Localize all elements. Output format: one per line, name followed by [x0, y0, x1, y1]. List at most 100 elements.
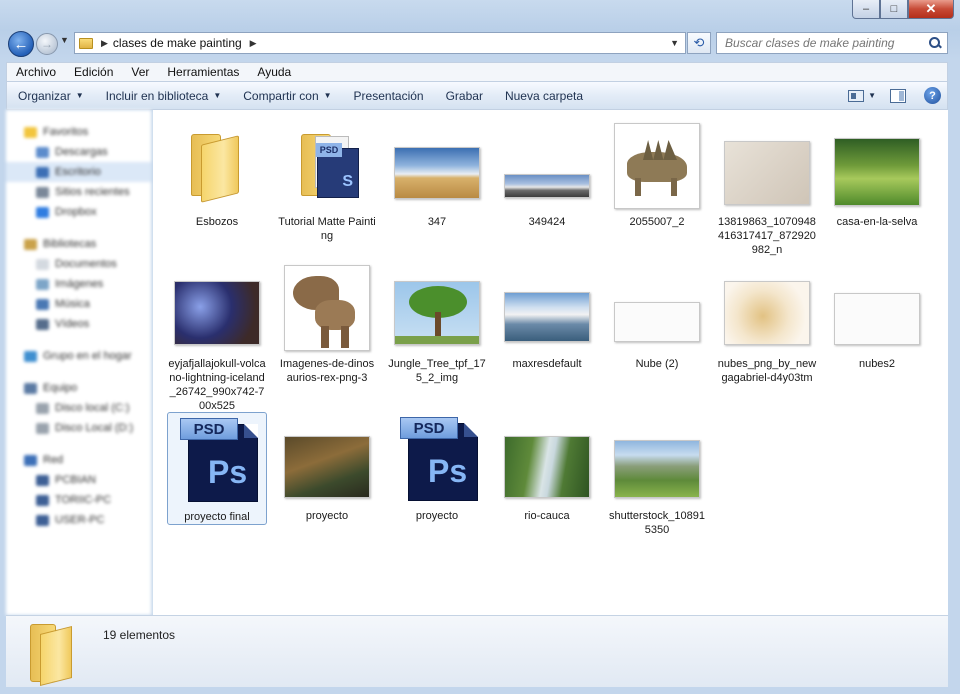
- nav-label: USER-PC: [55, 514, 105, 526]
- nav-dropbox[interactable]: Dropbox: [6, 202, 151, 222]
- nav-disk-c[interactable]: Disco local (C:): [6, 398, 151, 418]
- image-thumbnail: [504, 174, 590, 198]
- nav-label: Escritorio: [55, 166, 101, 178]
- thumbnail-area: PSD Ps: [167, 413, 267, 509]
- file-tile[interactable]: PSD S Tutorial Matte Painting: [277, 118, 377, 243]
- file-tile[interactable]: Esbozos: [167, 118, 267, 229]
- search-input[interactable]: [723, 35, 923, 51]
- help-icon[interactable]: ?: [924, 87, 941, 104]
- back-button[interactable]: ←: [8, 31, 34, 57]
- address-dropdown-icon[interactable]: ▼: [670, 38, 679, 48]
- slideshow-label: Presentación: [353, 88, 424, 103]
- search-box[interactable]: [716, 32, 948, 54]
- nav-label: Equipo: [43, 382, 78, 394]
- nav-computer[interactable]: Equipo: [6, 378, 151, 398]
- thumbnail-area: [497, 412, 597, 508]
- image-thumbnail: [834, 293, 920, 345]
- nav-homegroup[interactable]: Grupo en el hogar: [6, 346, 151, 366]
- file-tile[interactable]: casa-en-la-selva: [827, 118, 927, 229]
- nav-disk-d[interactable]: Disco Local (D:): [6, 418, 151, 438]
- file-tile[interactable]: maxresdefault: [497, 260, 597, 371]
- file-tile[interactable]: 13819863_1070948416317417_872920982_n: [717, 118, 817, 257]
- recent-places-icon: [36, 186, 49, 198]
- file-tile[interactable]: nubes2: [827, 260, 927, 371]
- file-tile[interactable]: rio-cauca: [497, 412, 597, 523]
- menu-ver[interactable]: Ver: [122, 65, 158, 79]
- preview-pane-icon[interactable]: [890, 88, 906, 103]
- item-count: 19 elementos: [103, 628, 176, 642]
- file-tile[interactable]: proyecto: [277, 412, 377, 523]
- recent-pages-dropdown[interactable]: ▼: [60, 35, 69, 45]
- nav-desktop[interactable]: Escritorio: [6, 162, 151, 182]
- file-tile[interactable]: Jungle_Tree_tpf_175_2_img: [387, 260, 487, 385]
- share-button[interactable]: Compartir con ▼: [232, 89, 342, 103]
- nav-pc1[interactable]: PCBIAN: [6, 470, 151, 490]
- nav-label: Bibliotecas: [43, 238, 97, 250]
- nav-recent[interactable]: Sitios recientes: [6, 182, 151, 202]
- file-tile[interactable]: PSD Ps proyecto: [387, 412, 487, 523]
- file-name: Tutorial Matte Painting: [278, 216, 376, 242]
- back-arrow-icon: ←: [13, 35, 29, 53]
- refresh-button[interactable]: ⟲: [687, 32, 711, 54]
- nav-documents[interactable]: Documentos: [6, 254, 151, 274]
- image-thumbnail: [614, 302, 700, 342]
- address-bar[interactable]: ▶ clases de make painting ▶ ▼: [74, 32, 686, 54]
- file-tile[interactable]: 2055007_2: [607, 118, 707, 229]
- menu-edicion[interactable]: Edición: [65, 65, 122, 79]
- nav-network[interactable]: Red: [6, 450, 151, 470]
- search-icon[interactable]: [929, 37, 941, 49]
- burn-button[interactable]: Grabar: [435, 89, 494, 103]
- breadcrumb-separator-icon[interactable]: ▶: [101, 38, 108, 49]
- menu-archivo[interactable]: Archivo: [7, 65, 65, 79]
- file-name: casa-en-la-selva: [836, 216, 918, 228]
- nav-favorites[interactable]: Favoritos: [6, 122, 151, 142]
- file-tile[interactable]: 349424: [497, 118, 597, 229]
- nav-downloads[interactable]: Descargas: [6, 142, 151, 162]
- organize-button[interactable]: Organizar ▼: [7, 89, 95, 103]
- thumbnail-area: [497, 260, 597, 356]
- include-library-button[interactable]: Incluir en biblioteca ▼: [95, 89, 233, 103]
- nav-label: Disco Local (D:): [55, 422, 134, 434]
- image-thumbnail: [614, 123, 700, 209]
- thumbnail-area: [387, 260, 487, 356]
- caption-buttons: – □ ✕: [852, 0, 954, 20]
- menu-herramientas[interactable]: Herramientas: [158, 65, 248, 79]
- menu-ayuda[interactable]: Ayuda: [248, 65, 300, 79]
- videos-icon: [36, 318, 49, 330]
- change-view-icon[interactable]: [848, 89, 865, 102]
- file-tile-selected[interactable]: PSD Ps proyecto final: [167, 412, 267, 525]
- file-tile[interactable]: nubes_png_by_newgagabriel-d4y03tm: [717, 260, 817, 385]
- maximize-button[interactable]: □: [880, 0, 908, 19]
- file-tile[interactable]: 347: [387, 118, 487, 229]
- nav-pc3[interactable]: USER-PC: [6, 510, 151, 530]
- file-name: 13819863_1070948416317417_872920982_n: [718, 216, 816, 256]
- nav-label: Documentos: [55, 258, 117, 270]
- close-button[interactable]: ✕: [908, 0, 954, 19]
- file-tile[interactable]: eyjafjallajokull-volcano-lightning-icela…: [167, 260, 267, 413]
- photoshop-document-icon: PSD Ps: [174, 418, 260, 504]
- thumbnail-area: [607, 118, 707, 214]
- nav-videos[interactable]: Vídeos: [6, 314, 151, 334]
- nav-libraries[interactable]: Bibliotecas: [6, 234, 151, 254]
- image-thumbnail: [504, 436, 590, 498]
- image-thumbnail: [614, 440, 700, 498]
- forward-button[interactable]: →: [36, 33, 58, 55]
- file-tile[interactable]: Imagenes-de-dinosaurios-rex-png-3: [277, 260, 377, 385]
- slideshow-button[interactable]: Presentación: [343, 89, 435, 103]
- nav-pc2[interactable]: TORIIC-PC: [6, 490, 151, 510]
- new-folder-button[interactable]: Nueva carpeta: [494, 89, 594, 103]
- file-tile[interactable]: shutterstock_108915350: [607, 412, 707, 537]
- nav-images[interactable]: Imágenes: [6, 274, 151, 294]
- nav-music[interactable]: Música: [6, 294, 151, 314]
- file-tile[interactable]: Nube (2): [607, 260, 707, 371]
- thumbnail-area: [387, 118, 487, 214]
- menu-bar: Archivo Edición Ver Herramientas Ayuda: [6, 62, 948, 82]
- breadcrumb-separator-icon[interactable]: ▶: [250, 38, 257, 49]
- minimize-button[interactable]: –: [852, 0, 880, 19]
- view-options-dropdown[interactable]: ▼: [868, 91, 876, 100]
- close-icon: ✕: [925, 1, 937, 16]
- libraries-icon: [24, 238, 37, 250]
- breadcrumb-current[interactable]: clases de make painting: [113, 36, 242, 50]
